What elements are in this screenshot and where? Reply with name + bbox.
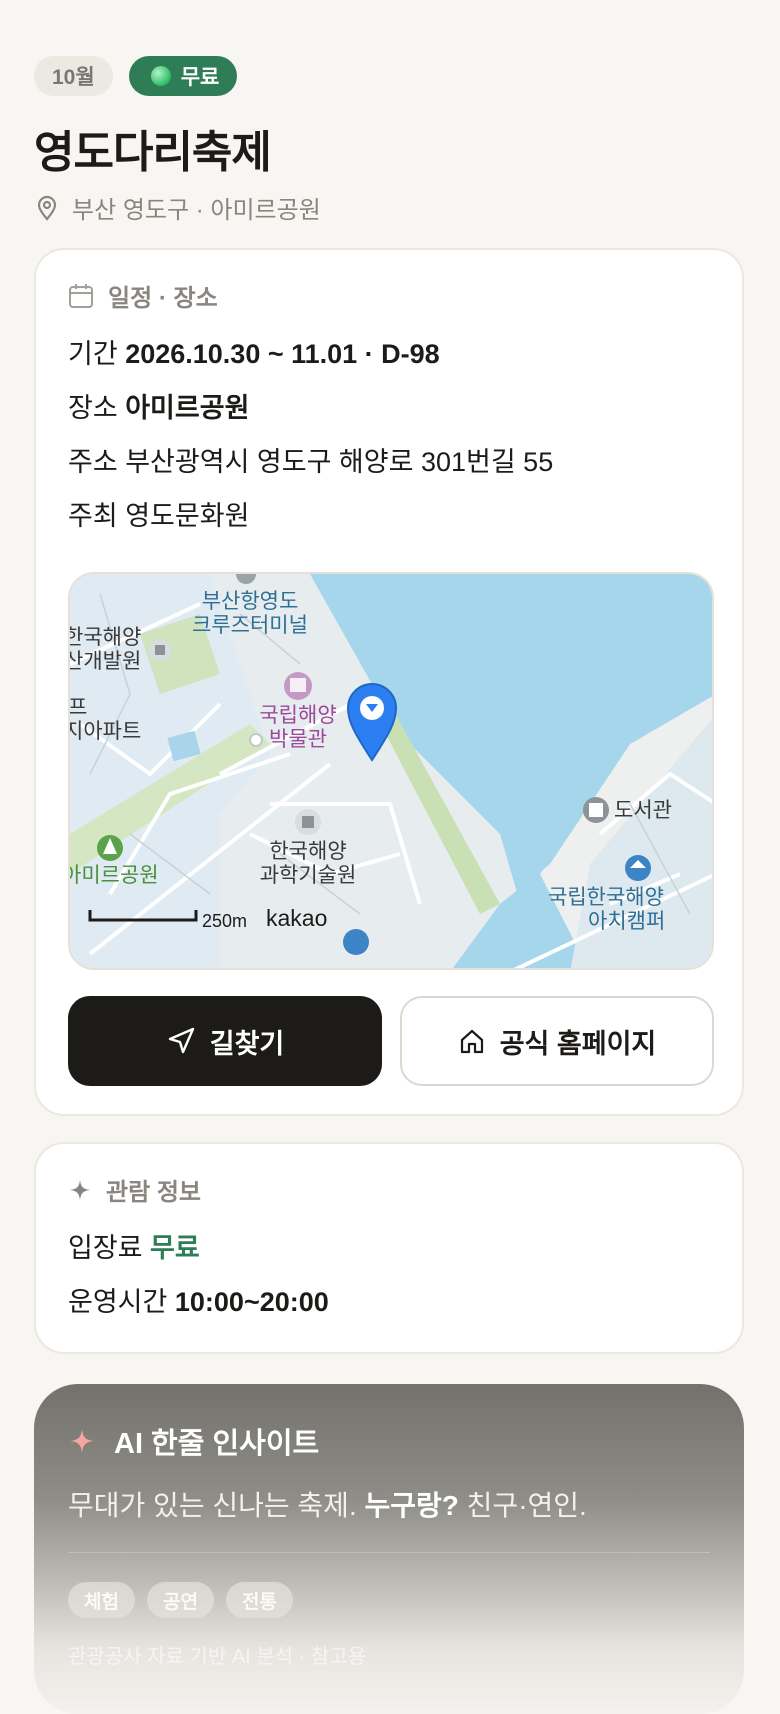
map-brand-logo: kakao [266, 905, 327, 931]
address-label: 주소 [68, 447, 118, 477]
map-label-museum-2: 박물관 [269, 728, 327, 751]
ai-insight-header: AI 한줄 인사이트 [68, 1420, 319, 1462]
location-text: 부산 영도구 · 아미르공원 [72, 197, 321, 224]
ai-insight-text: 무대가 있는 신나는 축제. 누구랑? 친구·연인. [68, 1484, 587, 1524]
location-map[interactable]: 부산항영도 크루즈터미널 국립해양 박물관 한국해양 과학기술원 한국해양 산개… [68, 572, 714, 970]
directions-button[interactable]: 길찾기 [68, 996, 382, 1086]
venue-row: 장소 아미르공원 [68, 386, 249, 425]
status-dot-icon [150, 66, 171, 86]
host-label: 주최 [68, 501, 118, 531]
ai-sparkle-icon [70, 1429, 94, 1453]
map-label-terminal-1: 부산항영도 [202, 590, 299, 613]
visit-section-header: 관람 정보 [68, 1172, 201, 1207]
map-label-museum-1: 국립해양 [259, 704, 336, 727]
schedule-section-header: 일정 · 장소 [68, 278, 218, 313]
ai-who-value: 친구·연인. [466, 1490, 587, 1521]
fee-badge: 무료 [128, 56, 238, 96]
hours-label: 운영시간 [68, 1287, 168, 1317]
map-label-kiost-2: 산개발원 [70, 650, 141, 673]
map-label-terminal-2: 크루즈터미널 [192, 614, 308, 637]
location-pin-icon [37, 195, 57, 221]
ai-insight-card: AI 한줄 인사이트 무대가 있는 신나는 축제. 누구랑? 친구·연인. 체험… [34, 1384, 744, 1714]
address-value: 부산광역시 영도구 해양로 301번길 55 [125, 447, 554, 477]
map-label-library: 도서관 [614, 799, 672, 822]
map-label-science-2: 과학기술원 [260, 864, 357, 887]
venue-value: 아미르공원 [125, 393, 250, 423]
visit-info-card: 관람 정보 입장료 무료 운영시간 10:00~20:00 [34, 1142, 744, 1354]
tag-chip[interactable]: 공연 [146, 1582, 214, 1618]
fee-value: 무료 [150, 1233, 200, 1263]
visit-section-title: 관람 정보 [106, 1179, 201, 1206]
map-label-park: 아미르공원 [70, 864, 159, 887]
host-value: 영도문화원 [125, 501, 250, 531]
hours-row: 운영시간 10:00~20:00 [68, 1280, 329, 1319]
location-line: 부산 영도구 · 아미르공원 [36, 190, 321, 225]
month-badge: 10월 [34, 56, 113, 96]
period-value: 2026.10.30 ~ 11.01 · D-98 [125, 339, 440, 369]
map-label-campus-1: 국립한국해양 [548, 886, 664, 909]
home-icon [460, 1029, 483, 1054]
map-scale-label: 250m [202, 911, 247, 931]
period-row: 기간 2026.10.30 ~ 11.01 · D-98 [68, 332, 440, 371]
ai-divider [68, 1552, 710, 1553]
fee-badge-label: 무료 [180, 66, 220, 89]
venue-label: 장소 [68, 393, 118, 423]
map-label-campus-2: 아치캠퍼 [588, 910, 665, 933]
map-label-apt-2: 지아파트 [70, 720, 141, 743]
fee-row: 입장료 무료 [68, 1226, 200, 1265]
ai-footnote: 관광공사 자료 기반 AI 분석 · 참고용 [68, 1646, 367, 1668]
page-title: 영도다리축제 [34, 128, 272, 177]
homepage-button[interactable]: 공식 홈페이지 [400, 996, 714, 1086]
fee-label: 입장료 [68, 1233, 143, 1263]
ai-who-label: 누구랑? [364, 1490, 459, 1521]
homepage-button-label: 공식 홈페이지 [499, 1028, 657, 1059]
period-label: 기간 [68, 339, 118, 369]
map-canvas: 부산항영도 크루즈터미널 국립해양 박물관 한국해양 과학기술원 한국해양 산개… [70, 574, 712, 968]
schedule-card: 일정 · 장소 기간 2026.10.30 ~ 11.01 · D-98 장소 … [34, 248, 744, 1116]
map-label-apt-1: 프 [70, 696, 87, 719]
map-label-science-1: 한국해양 [269, 840, 346, 863]
calendar-icon [69, 283, 93, 308]
host-row: 주최 영도문화원 [68, 494, 249, 533]
schedule-section-title: 일정 · 장소 [108, 285, 218, 312]
directions-button-label: 길찾기 [209, 1028, 285, 1059]
badge-group: 10월 무료 [34, 56, 238, 96]
address-row: 주소 부산광역시 영도구 해양로 301번길 55 [68, 440, 553, 479]
navigation-arrow-icon [168, 1027, 194, 1054]
ai-tag-list: 체험 공연 전통 [68, 1582, 293, 1618]
map-label-kiost-1: 한국해양 [70, 626, 141, 649]
hours-value: 10:00~20:00 [174, 1287, 329, 1317]
tag-chip[interactable]: 체험 [68, 1582, 135, 1618]
ai-summary: 무대가 있는 신나는 축제. [68, 1490, 357, 1521]
sparkle-icon [70, 1179, 90, 1200]
tag-chip[interactable]: 전통 [225, 1582, 293, 1618]
ai-insight-title: AI 한줄 인사이트 [114, 1428, 320, 1460]
